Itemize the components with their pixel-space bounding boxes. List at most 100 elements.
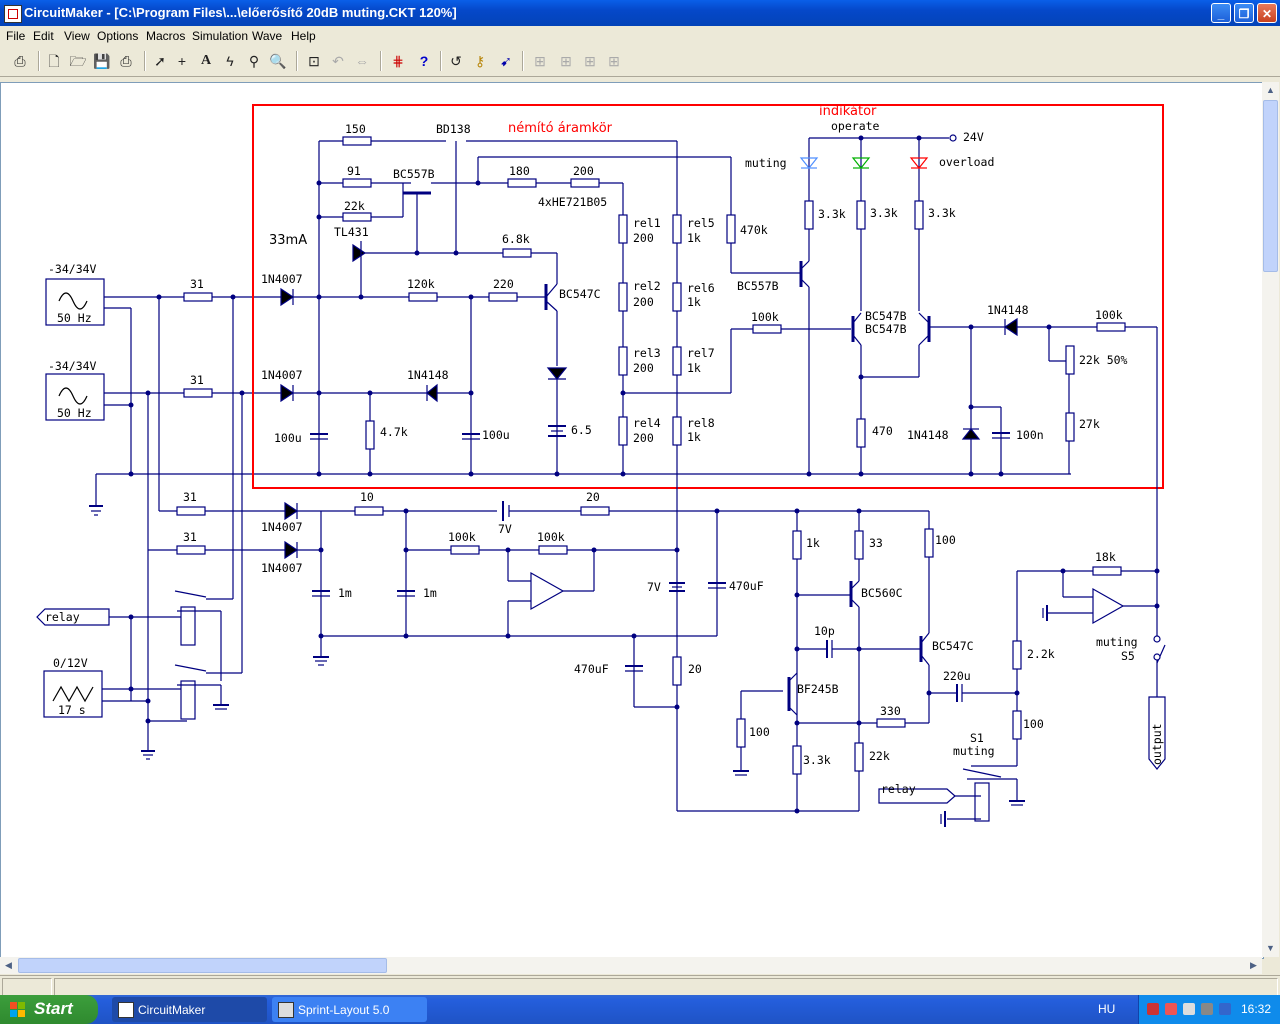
schematic-canvas[interactable]: némító áramkör indikátor operate 24V mut… <box>0 82 1264 959</box>
menu-simulation[interactable]: Simulation <box>192 29 248 43</box>
label-relay-a: relay <box>45 610 80 624</box>
label-rel1: rel1 <box>633 216 661 230</box>
label-switch-muting: muting <box>1096 635 1138 649</box>
circuitmaker-app-icon[interactable] <box>4 5 22 23</box>
zoom-fit-icon[interactable]: ⊡ <box>304 51 324 71</box>
vertical-scrollbar[interactable]: ▲ ▼ <box>1262 82 1279 957</box>
label-r31b: 31 <box>190 373 204 387</box>
label-c100n: 100n <box>1016 428 1044 442</box>
scroll-down-icon[interactable]: ▼ <box>1262 940 1279 957</box>
task-circuitmaker[interactable]: CircuitMaker <box>112 997 267 1022</box>
label-r33k-d: 3.3k <box>803 753 831 767</box>
text-tool-icon[interactable]: A <box>196 51 216 71</box>
label-bc547c: BC547C <box>559 287 601 301</box>
menu-bar: File Edit View Options Macros Simulation… <box>0 26 1280 46</box>
label-d1: 1N4007 <box>261 272 303 286</box>
led-muting-label: muting <box>745 156 787 170</box>
label-r68k: 6.8k <box>502 232 530 246</box>
horizontal-scrollbar[interactable]: ◀ ▶ <box>0 957 1262 974</box>
label-1n4148c: 1N4148 <box>907 428 949 442</box>
label-r10: 10 <box>360 490 374 504</box>
menu-macros[interactable]: Macros <box>146 29 185 43</box>
label-rel4: rel4 <box>633 416 661 430</box>
security-icon[interactable] <box>1165 1003 1177 1015</box>
label-d3: 1N4007 <box>261 520 303 534</box>
label-r31c: 31 <box>183 490 197 504</box>
maximize-button[interactable]: ❐ <box>1234 3 1254 23</box>
minimize-button[interactable]: _ <box>1211 3 1231 23</box>
label-r33k-c: 3.3k <box>928 206 956 220</box>
horizontal-scroll-thumb[interactable] <box>18 958 387 973</box>
volume-icon[interactable] <box>1183 1003 1195 1015</box>
label-r120k: 120k <box>407 277 435 291</box>
zoom-tool-icon[interactable]: 🔍 <box>268 51 288 71</box>
align-icon[interactable]: ⊞ <box>530 51 550 71</box>
digital-probe-icon[interactable]: ⚲ <box>244 51 264 71</box>
label-rel5-value: 1k <box>687 231 701 245</box>
menu-help[interactable]: Help <box>291 29 316 43</box>
label-relay-b: relay <box>881 782 916 796</box>
label-r470k: 470k <box>740 223 768 237</box>
netlist-icon[interactable]: ⋕ <box>388 51 408 71</box>
open-folder-icon[interactable]: 🗁 <box>68 51 88 71</box>
run-icon[interactable]: ➹ <box>496 51 516 71</box>
menu-edit[interactable]: Edit <box>33 29 54 43</box>
task-label: CircuitMaker <box>138 1003 206 1017</box>
help-icon[interactable]: ? <box>414 51 434 71</box>
schematic-diagram[interactable]: némító áramkör indikátor operate 24V mut… <box>1 83 1263 958</box>
label-bc547b-2: BC547B <box>865 322 907 336</box>
label-d2: 1N4007 <box>261 368 303 382</box>
close-button[interactable]: ✕ <box>1257 3 1277 23</box>
arrow-tool-icon[interactable]: ➚ <box>150 51 170 71</box>
start-button[interactable]: Start <box>0 995 98 1024</box>
rotate-icon[interactable]: ↶ <box>328 51 348 71</box>
label-rel2-value: 200 <box>633 295 654 309</box>
probe-tool-icon[interactable]: ϟ <box>220 51 240 71</box>
network-icon[interactable] <box>1147 1003 1159 1015</box>
label-24v: 24V <box>963 130 984 144</box>
label-r91: 91 <box>347 164 361 178</box>
scroll-up-icon[interactable]: ▲ <box>1262 82 1279 99</box>
bluetooth-icon[interactable] <box>1219 1003 1231 1015</box>
align2-icon[interactable]: ⊞ <box>556 51 576 71</box>
label-r22k-out: 2.2k <box>1027 647 1055 661</box>
label-r31a: 31 <box>190 277 204 291</box>
new-file-icon[interactable]: 🗋 <box>44 51 64 71</box>
label-operate: operate <box>831 119 880 133</box>
save-icon[interactable]: 💾 <box>92 51 112 71</box>
menu-file[interactable]: File <box>6 29 25 43</box>
print-setup-icon[interactable]: ⎙ <box>10 51 30 71</box>
clock[interactable]: 16:32 <box>1241 1002 1271 1016</box>
label-r31d: 31 <box>183 530 197 544</box>
label-r27k: 27k <box>1079 417 1100 431</box>
undo-icon[interactable]: ↺ <box>446 51 466 71</box>
mirror-icon[interactable]: ⇔ <box>352 51 372 71</box>
align4-icon[interactable]: ⊞ <box>604 51 624 71</box>
vertical-scroll-thumb[interactable] <box>1263 100 1278 272</box>
macro-icon[interactable]: ⚷ <box>470 51 490 71</box>
label-bd138: BD138 <box>436 122 471 136</box>
label-r22k-b: 22k <box>869 749 890 763</box>
status-cell-2 <box>54 978 1278 996</box>
label-c10p: 10p <box>814 624 835 638</box>
label-rel8: rel8 <box>687 416 715 430</box>
menu-wave[interactable]: Wave <box>252 29 282 43</box>
label-r100k-c: 100k <box>448 530 476 544</box>
menu-options[interactable]: Options <box>97 29 138 43</box>
label-rel6: rel6 <box>687 281 715 295</box>
task-sprint-layout[interactable]: Sprint-Layout 5.0 <box>272 997 427 1022</box>
menu-view[interactable]: View <box>64 29 90 43</box>
label-tl431: TL431 <box>334 225 369 239</box>
print-icon[interactable]: ⎙ <box>116 51 136 71</box>
align3-icon[interactable]: ⊞ <box>580 51 600 71</box>
label-d4: 1N4007 <box>261 561 303 575</box>
device-icon[interactable] <box>1201 1003 1213 1015</box>
label-bc560c: BC560C <box>861 586 903 600</box>
label-bc557b: BC557B <box>393 167 435 181</box>
scroll-left-icon[interactable]: ◀ <box>0 957 17 974</box>
led-overload-label: overload <box>939 155 994 169</box>
scroll-right-icon[interactable]: ▶ <box>1245 957 1262 974</box>
language-indicator[interactable]: HU <box>1098 1002 1115 1016</box>
label-battery-7v-b: 7V <box>647 580 661 594</box>
wire-tool-icon[interactable]: + <box>172 51 192 71</box>
